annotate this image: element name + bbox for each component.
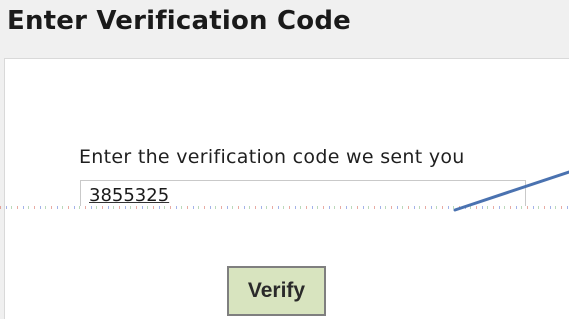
verify-button[interactable]: Verify xyxy=(227,266,326,316)
scan-artifact-divider xyxy=(0,206,569,209)
verification-prompt: Enter the verification code we sent you xyxy=(79,146,465,168)
verification-code-input[interactable]: 3855325 xyxy=(80,180,526,206)
verification-page: Enter Verification Code Enter the verifi… xyxy=(0,0,569,319)
verification-code-value: 3855325 xyxy=(89,185,170,206)
page-title: Enter Verification Code xyxy=(7,6,352,36)
